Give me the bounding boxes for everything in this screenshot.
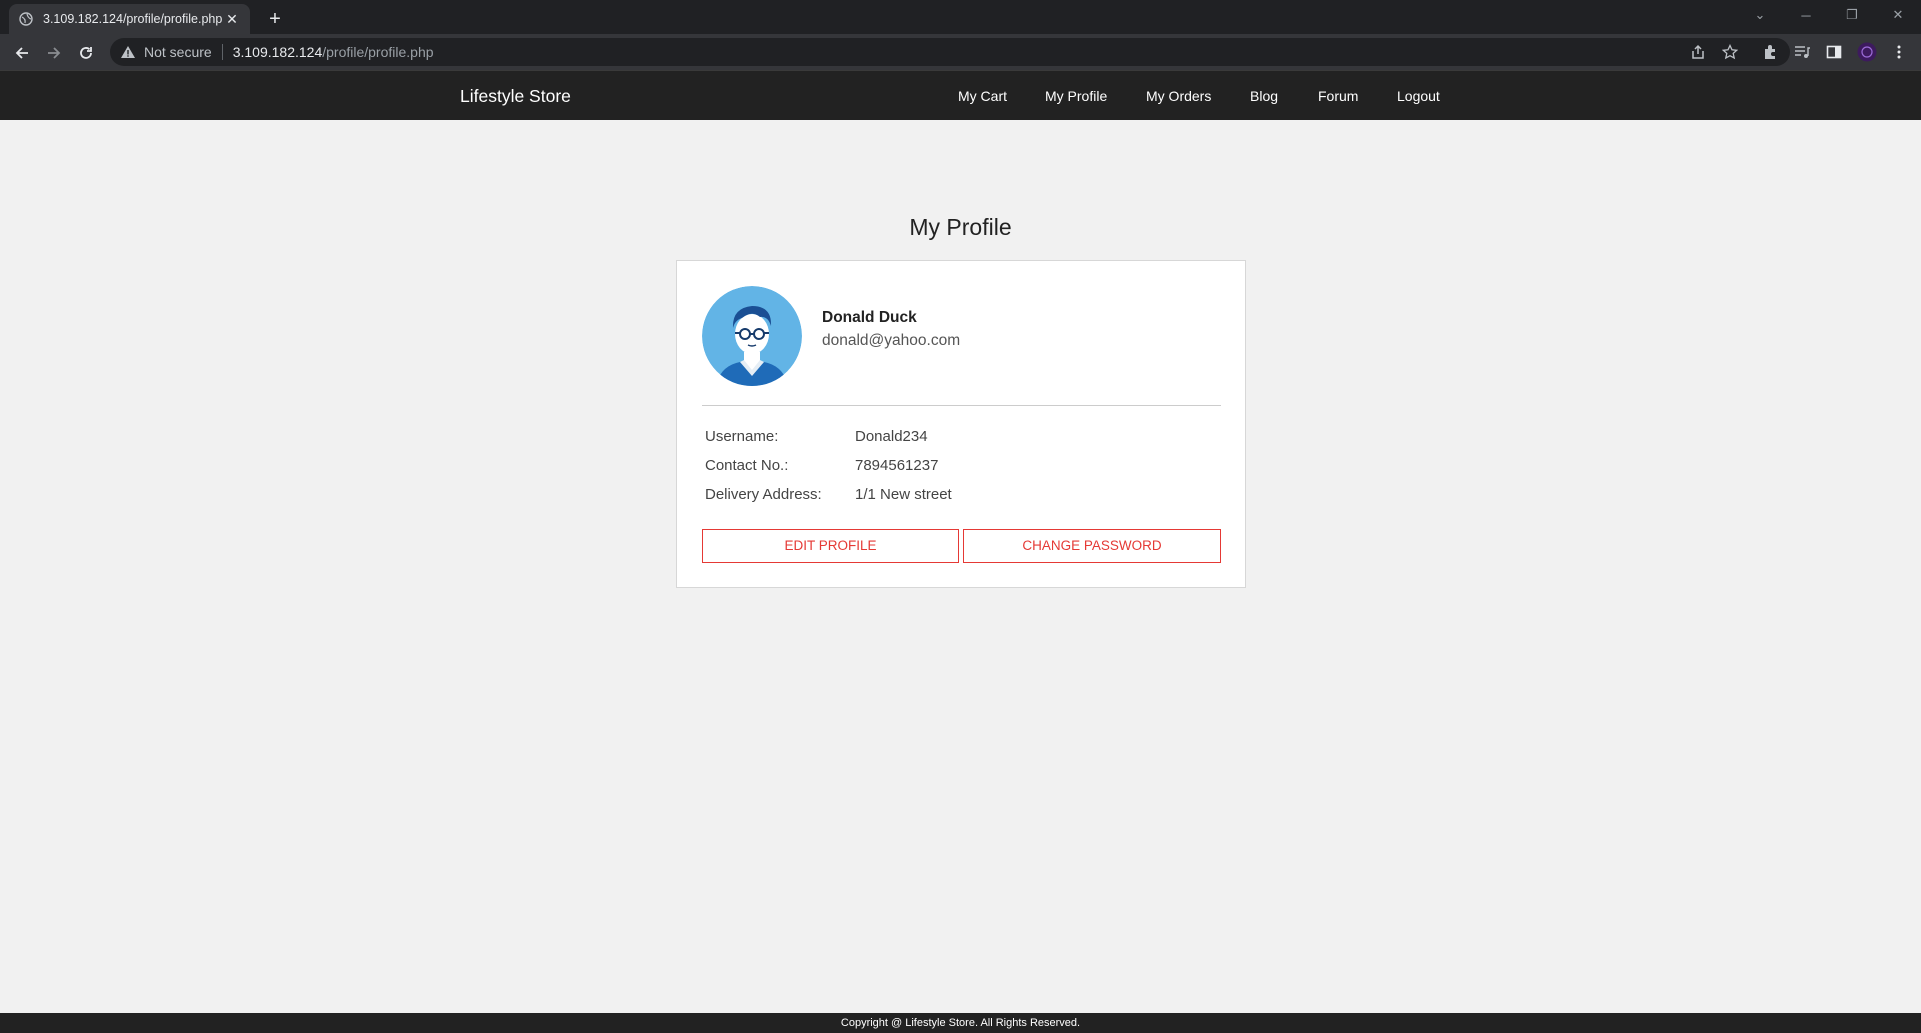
browser-tab[interactable]: 3.109.182.124/profile/profile.php ✕ [9,4,250,34]
edit-profile-button[interactable]: EDIT PROFILE [702,529,959,563]
new-tab-button[interactable]: + [262,6,288,32]
site-footer: Copyright @ Lifestyle Store. All Rights … [0,1013,1921,1033]
nav-link-my-cart[interactable]: My Cart [958,71,1007,121]
detail-label: Username: [705,428,779,445]
bookmark-star-icon[interactable] [1720,42,1740,62]
media-queue-icon[interactable] [1792,42,1812,62]
nav-link-forum[interactable]: Forum [1318,71,1358,121]
restore-button[interactable]: ❐ [1829,0,1875,30]
tab-title: 3.109.182.124/profile/profile.php [43,12,223,26]
url-path: /profile/profile.php [322,44,434,60]
detail-value: Donald234 [855,428,928,445]
site-navbar: Lifestyle Store My Cart My Profile My Or… [0,70,1921,120]
user-full-name: Donald Duck [822,309,917,326]
reload-button[interactable] [73,40,99,66]
globe-icon [19,12,33,26]
profile-avatar-icon[interactable] [1857,42,1877,62]
nav-link-my-orders[interactable]: My Orders [1146,71,1211,121]
nav-link-my-profile[interactable]: My Profile [1045,71,1107,121]
forward-arrow-icon [48,47,61,59]
detail-label: Delivery Address: [705,486,822,503]
profile-card: Donald Duck donald@yahoo.com Username: D… [676,260,1246,588]
close-window-button[interactable]: ✕ [1875,0,1921,30]
detail-value: 7894561237 [855,457,939,474]
detail-value: 1/1 New street [855,486,952,503]
nav-link-blog[interactable]: Blog [1250,71,1278,121]
reload-icon [80,47,92,59]
share-icon[interactable] [1688,42,1708,62]
security-label[interactable]: Not secure [144,44,212,60]
user-email: donald@yahoo.com [822,332,961,349]
extensions-icon[interactable] [1760,42,1780,62]
page-title: My Profile [909,214,1012,240]
warning-icon [120,44,136,60]
browser-tab-strip: 3.109.182.124/profile/profile.php ✕ + ⌄ … [0,0,1921,34]
user-avatar [702,286,802,386]
omnibox-separator [221,44,223,60]
forward-button[interactable] [41,40,67,66]
back-arrow-icon [15,47,28,59]
browser-toolbar: Not secure 3.109.182.124/profile/profile… [0,34,1921,70]
back-button[interactable] [9,40,35,66]
change-password-button[interactable]: CHANGE PASSWORD [963,529,1221,563]
minimize-button[interactable]: ─ [1783,0,1829,30]
nav-link-logout[interactable]: Logout [1397,71,1440,121]
tab-close-icon[interactable]: ✕ [224,11,240,28]
user-avatar-icon [702,286,802,386]
browser-menu-icon[interactable] [1889,42,1909,62]
detail-label: Contact No.: [705,457,789,474]
url-host: 3.109.182.124 [232,44,323,60]
side-panel-icon[interactable] [1824,42,1844,62]
site-brand[interactable]: Lifestyle Store [460,71,571,121]
address-bar[interactable]: Not secure 3.109.182.124/profile/profile… [110,38,1790,66]
divider [702,405,1221,406]
tab-search-icon[interactable]: ⌄ [1737,0,1783,30]
